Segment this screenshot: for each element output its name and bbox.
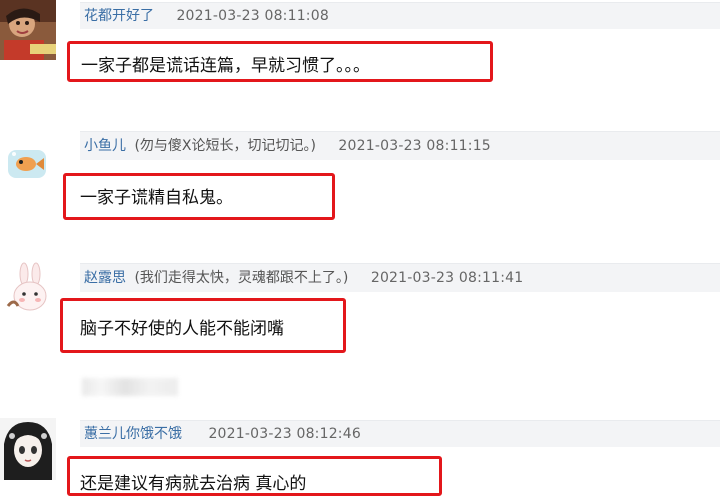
comment-timestamp: 2021-03-23 08:12:46 bbox=[208, 426, 361, 442]
comment-meta: 蕙兰儿你饿不饿 2021-03-23 08:12:46 bbox=[80, 420, 720, 447]
username-link[interactable]: 蕙兰儿你饿不饿 bbox=[84, 426, 182, 442]
highlight-box bbox=[67, 456, 442, 496]
username-link[interactable]: 小鱼儿 bbox=[84, 138, 126, 154]
blurred-content bbox=[82, 378, 178, 396]
user-signature: (我们走得太快，灵魂都跟不上了。) bbox=[134, 270, 349, 286]
highlight-box bbox=[63, 173, 335, 220]
user-signature: (勿与傻X论短长，切记切记。) bbox=[134, 138, 316, 154]
username-link[interactable]: 花都开好了 bbox=[84, 8, 154, 24]
avatar[interactable] bbox=[0, 130, 56, 190]
avatar[interactable] bbox=[0, 418, 56, 480]
comment-timestamp: 2021-03-23 08:11:41 bbox=[370, 270, 524, 286]
fish-bowl-avatar-icon bbox=[0, 130, 56, 190]
comment-timestamp: 2021-03-23 08:11:08 bbox=[176, 8, 329, 24]
bunny-avatar-icon bbox=[0, 262, 56, 322]
anime-girl-avatar-icon bbox=[0, 418, 56, 480]
comment-meta: 赵露思 (我们走得太快，灵魂都跟不上了。) 2021-03-23 08:11:4… bbox=[80, 263, 720, 292]
comment-meta: 小鱼儿 (勿与傻X论短长，切记切记。) 2021-03-23 08:11:15 bbox=[80, 131, 720, 160]
highlight-box bbox=[67, 41, 493, 82]
username-link[interactable]: 赵露思 bbox=[84, 270, 126, 286]
highlight-box bbox=[60, 298, 346, 353]
avatar-photo-icon bbox=[0, 0, 56, 60]
avatar[interactable] bbox=[0, 0, 56, 60]
comment-timestamp: 2021-03-23 08:11:15 bbox=[338, 138, 491, 154]
comment-meta: 花都开好了 2021-03-23 08:11:08 bbox=[80, 2, 720, 29]
avatar[interactable] bbox=[0, 262, 56, 322]
